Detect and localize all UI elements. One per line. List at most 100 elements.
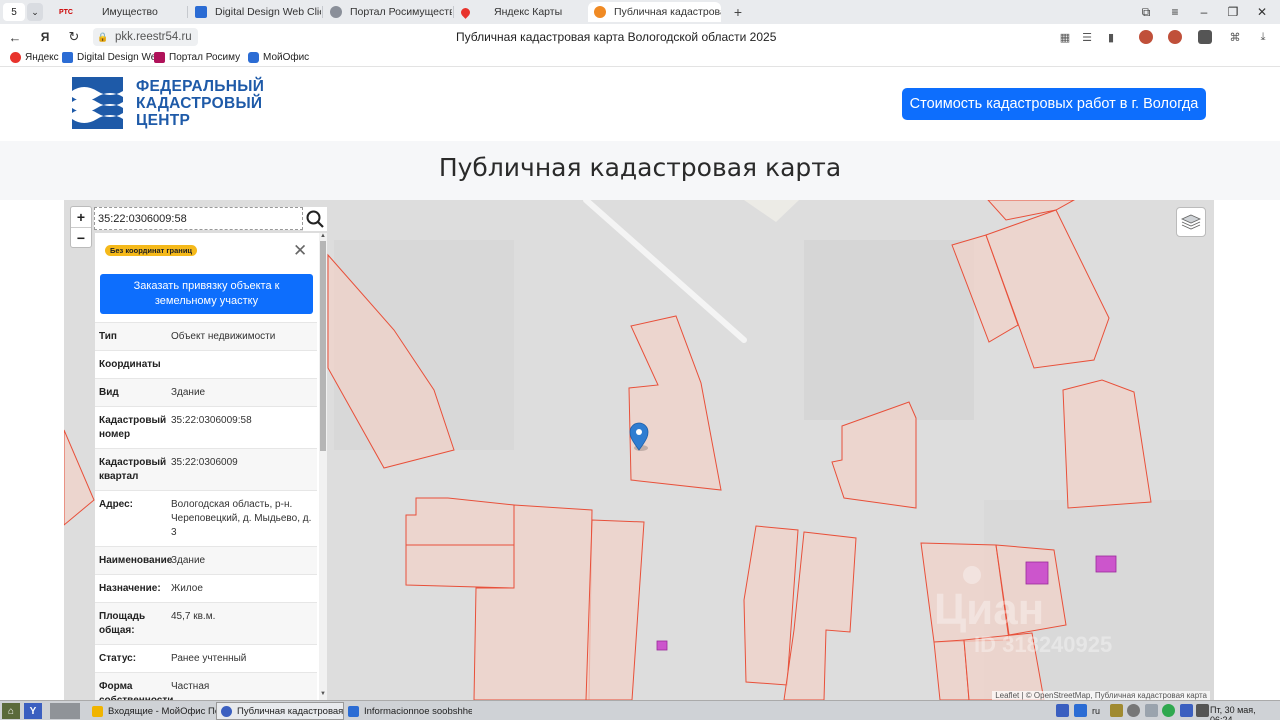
hero-section: Публичная кадастровая карта <box>0 141 1280 200</box>
bookmark-digital-design[interactable]: Digital Design We <box>62 52 156 63</box>
clock[interactable]: Пт, 30 мая, 06:24 <box>1210 705 1280 720</box>
bookmark-label: Портал Росиму <box>169 52 241 63</box>
back-icon[interactable]: ← <box>6 28 24 46</box>
task-label: Informacionnoe soobshhe... <box>364 705 472 717</box>
building[interactable] <box>656 640 668 651</box>
table-row: Вид Здание <box>95 378 317 406</box>
logo-text[interactable]: ФЕДЕРАЛЬНЫЙ КАДАСТРОВЫЙ ЦЕНТР <box>136 78 264 129</box>
tab-title: Портал Росимущества <box>350 6 452 18</box>
taskbar-item-mail[interactable]: Входящие - МойОфис По... <box>88 702 216 720</box>
tab-digital-design[interactable]: Digital Design Web Client <box>189 2 321 22</box>
zoom-out-button[interactable]: − <box>71 227 91 247</box>
prop-value: 45,7 кв.м. <box>171 611 216 622</box>
extension-icon[interactable] <box>1168 30 1182 44</box>
yandex-home-icon[interactable]: Я <box>36 28 54 46</box>
apps-icon[interactable]: ▦ <box>1057 29 1073 45</box>
language-indicator[interactable]: ru <box>1092 702 1108 720</box>
land-parcel[interactable] <box>933 639 970 700</box>
panel-scrollbar[interactable]: ▲ ▼ <box>319 233 327 700</box>
tab-separator <box>322 6 323 18</box>
building[interactable] <box>1095 555 1117 573</box>
properties-table: Тип Объект недвижимости Координаты Вид Зда… <box>95 322 317 700</box>
prop-key: Кадастровый квартал <box>99 457 167 482</box>
zoom-in-button[interactable]: + <box>71 207 91 227</box>
tray-icon[interactable] <box>1145 704 1158 717</box>
minimize-icon[interactable]: – <box>1195 3 1213 21</box>
yandex-tray-icon[interactable] <box>1056 704 1069 717</box>
land-parcel[interactable] <box>405 497 515 546</box>
prop-value: 35:22:0306009 <box>171 457 238 468</box>
search-icon[interactable] <box>303 207 327 231</box>
logo-line: ЦЕНТР <box>136 112 191 129</box>
profile-icon[interactable]: ⌘ <box>1227 29 1243 45</box>
tabs-overview-icon[interactable]: ⧉ <box>1137 3 1155 21</box>
k-tray-icon[interactable] <box>1074 704 1087 717</box>
site-header: ФЕДЕРАЛЬНЫЙ КАДАСТРОВЫЙ ЦЕНТР Стоимость … <box>0 67 1280 141</box>
tab-rosimushchestvo[interactable]: Портал Росимущества <box>324 2 452 22</box>
start-menu-icon[interactable]: ⌂ <box>2 703 20 719</box>
tray-icon[interactable] <box>1110 704 1123 717</box>
network-icon[interactable] <box>1162 704 1175 717</box>
tab-cadastral-map[interactable]: Публичная кадастровая ✕ <box>588 2 721 22</box>
yandex-browser-launcher-icon[interactable]: Y <box>24 703 42 719</box>
prop-value: Жилое <box>171 583 203 594</box>
prop-value: Здание <box>171 387 206 398</box>
reload-icon[interactable]: ↻ <box>65 28 83 46</box>
tray-icon[interactable] <box>1180 704 1193 717</box>
building[interactable] <box>1025 561 1049 585</box>
bookmark-rosim[interactable]: Портал Росиму <box>154 52 240 63</box>
prop-key: Тип <box>99 331 117 342</box>
table-row: Кадастровый квартал 35:22:0306009 <box>95 448 317 490</box>
scroll-thumb[interactable] <box>320 241 326 451</box>
bookmarks-bar: Яндекс Digital Design We Портал Росиму М… <box>0 50 1280 67</box>
extension-icon[interactable] <box>1139 30 1153 44</box>
page-heading: Публичная кадастровая карта <box>438 153 842 182</box>
fkc-logo-icon[interactable] <box>72 77 123 129</box>
cadastral-cost-button[interactable]: Стоимость кадастровых работ в г. Вологда <box>902 88 1206 120</box>
bookmark-yandex[interactable]: Яндекс <box>10 52 59 63</box>
cadastral-map[interactable]: Циан ID 318240925 + − 35:22:0306009:58 Б… <box>64 200 1214 700</box>
rts-favicon-icon: РТС <box>59 8 73 16</box>
lock-icon: 🔒 <box>97 31 109 42</box>
svg-text:Циан: Циан <box>934 585 1044 634</box>
tab-title: Имущество <box>102 6 158 18</box>
object-info-panel: Без координат границ ✕ Заказать привязку… <box>95 233 327 700</box>
fire-favicon-icon <box>594 6 606 18</box>
extension-icon[interactable] <box>1198 30 1212 44</box>
volume-icon[interactable] <box>1127 704 1140 717</box>
close-panel-icon[interactable]: ✕ <box>293 241 307 261</box>
prop-value: Вологодская область, р-н. Череповецкий, … <box>171 499 312 538</box>
logo-line: ФЕДЕРАЛЬНЫЙ <box>136 78 265 95</box>
tab-title: Digital Design Web Client <box>215 6 321 18</box>
tab-imushchestvo[interactable]: РТС Имущество <box>54 2 186 22</box>
url-field[interactable]: 🔒 pkk.reestr54.ru <box>93 28 198 46</box>
bookmark-myoffice[interactable]: МойОфис <box>248 52 309 63</box>
restore-icon[interactable]: ❐ <box>1224 3 1242 21</box>
reader-icon[interactable]: ☰ <box>1079 29 1095 45</box>
layers-control-icon[interactable] <box>1176 207 1206 237</box>
tab-title: Публичная кадастровая <box>614 6 721 18</box>
close-window-icon[interactable]: ✕ <box>1253 3 1271 21</box>
download-icon[interactable]: ⤓ <box>1255 29 1271 45</box>
svg-text:ID 318240925: ID 318240925 <box>974 632 1112 657</box>
tab-yandex-maps[interactable]: Яндекс Карты <box>455 2 585 22</box>
bookmark-icon[interactable]: ▮ <box>1103 29 1119 45</box>
tab-counter[interactable]: 5 <box>3 3 25 21</box>
tab-list-chevron-icon[interactable]: ⌄ <box>27 3 43 21</box>
new-tab-button[interactable]: + <box>729 3 747 21</box>
desktop-icon[interactable] <box>50 703 80 719</box>
tray-icon[interactable] <box>1196 704 1209 717</box>
map-pin-favicon-icon <box>459 5 472 19</box>
tab-title: Яндекс Карты <box>494 6 563 18</box>
menu-icon[interactable]: ≡ <box>1166 3 1184 21</box>
map-attribution[interactable]: Leaflet | © OpenStreetMap, Публичная кад… <box>992 691 1210 700</box>
prop-key: Наименование <box>99 555 173 566</box>
land-parcel[interactable] <box>405 544 515 589</box>
scroll-up-icon[interactable]: ▲ <box>320 233 326 239</box>
cadastral-search-input[interactable]: 35:22:0306009:58 <box>94 207 303 230</box>
taskbar-item-document[interactable]: Informacionnoe soobshhe... <box>344 702 472 720</box>
taskbar-item-browser[interactable]: Публичная кадастровая ... <box>216 702 344 720</box>
scroll-down-icon[interactable]: ▼ <box>320 691 326 697</box>
prop-value: Объект недвижимости <box>171 331 276 342</box>
order-binding-button[interactable]: Заказать привязку объекта к земельному у… <box>100 274 313 314</box>
